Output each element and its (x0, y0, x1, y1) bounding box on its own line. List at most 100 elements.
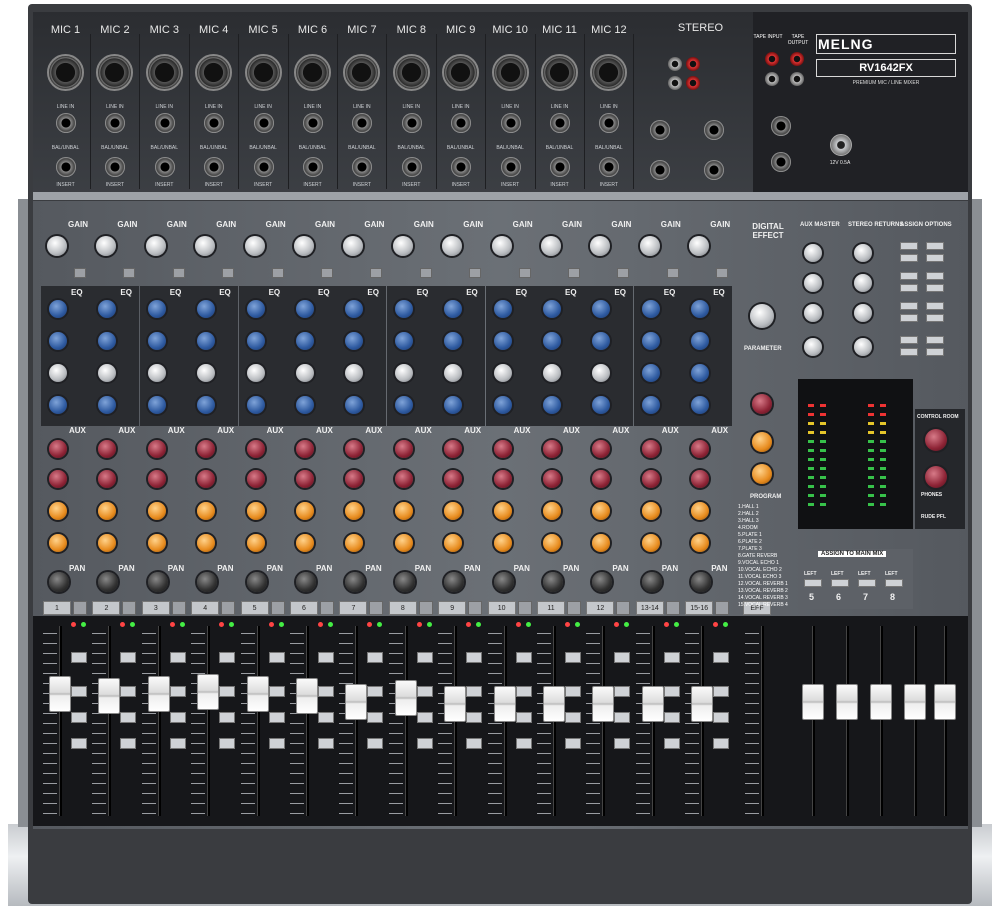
eq-knob[interactable] (296, 364, 314, 382)
channel-fader[interactable] (49, 676, 71, 712)
line-in-jack[interactable] (401, 113, 422, 133)
fx-send-knob[interactable] (98, 502, 117, 520)
assign-option-button[interactable] (900, 254, 918, 262)
mute-button[interactable]: 2 (92, 601, 121, 615)
group12-button[interactable] (318, 712, 334, 723)
low-cut-button[interactable] (666, 268, 679, 278)
eq-knob[interactable] (246, 332, 265, 350)
assign-option-button[interactable] (926, 348, 944, 356)
pan-knob[interactable] (345, 572, 366, 592)
assign-left-button[interactable] (885, 579, 903, 587)
tape-rca-jack[interactable] (765, 52, 779, 66)
eq-knob[interactable] (394, 300, 413, 318)
effect-level-knob[interactable] (750, 304, 774, 328)
line-in-jack[interactable] (303, 113, 323, 133)
stereo-line-jack[interactable] (650, 120, 670, 140)
control-room-knob[interactable] (925, 429, 947, 451)
line-in-jack[interactable] (154, 113, 175, 133)
mute-button[interactable]: 3 (141, 601, 170, 615)
group12-button[interactable] (71, 712, 87, 723)
aux-knob[interactable] (49, 440, 67, 458)
group34-button[interactable] (268, 738, 285, 749)
gain-knob[interactable] (195, 236, 216, 256)
fx-send-knob[interactable] (444, 502, 463, 520)
line-in-jack[interactable] (105, 113, 126, 133)
group12-button[interactable] (219, 712, 236, 723)
group12-button[interactable] (268, 712, 285, 723)
lr-assign-button[interactable] (713, 686, 730, 697)
mute-switch[interactable] (73, 601, 87, 615)
mute-switch[interactable] (320, 601, 334, 615)
xlr-jack[interactable] (491, 54, 529, 91)
gain-knob[interactable] (145, 236, 166, 256)
channel-fader[interactable] (641, 686, 664, 722)
stereo-line-jack[interactable] (704, 160, 724, 180)
assign-option-button[interactable] (900, 242, 918, 250)
aux-knob[interactable] (394, 440, 413, 458)
gain-knob[interactable] (294, 236, 314, 256)
group34-button[interactable] (713, 738, 730, 749)
aux-knob[interactable] (197, 470, 216, 488)
lr-assign-button[interactable] (268, 686, 285, 697)
xlr-jack[interactable] (96, 54, 134, 91)
xlr-jack[interactable] (392, 54, 430, 91)
mute-button[interactable]: 9 (438, 601, 467, 615)
mute-switch[interactable] (270, 601, 285, 615)
line-in-jack[interactable] (204, 113, 225, 133)
assign-option-button[interactable] (926, 302, 944, 310)
channel-fader[interactable] (98, 678, 121, 714)
pfl-button[interactable] (663, 652, 680, 663)
fx-send-knob[interactable] (444, 534, 463, 552)
xlr-jack[interactable] (244, 54, 282, 91)
eq-knob[interactable] (147, 300, 166, 318)
gain-knob[interactable] (244, 236, 265, 256)
insert-jack[interactable] (303, 157, 323, 177)
eq-knob[interactable] (296, 332, 314, 350)
aux-knob[interactable] (49, 470, 67, 488)
insert-jack[interactable] (451, 157, 472, 177)
channel-fader[interactable] (197, 674, 220, 710)
group-fader[interactable] (802, 684, 824, 720)
mute-switch[interactable] (517, 601, 532, 615)
eq-knob[interactable] (147, 364, 166, 382)
insert-jack[interactable] (500, 157, 521, 177)
eq-knob[interactable] (543, 396, 561, 414)
insert-jack[interactable] (401, 157, 422, 177)
channel-fader[interactable] (147, 676, 170, 712)
aux-knob[interactable] (592, 440, 611, 458)
fx-send-knob[interactable] (592, 534, 611, 552)
group34-button[interactable] (120, 738, 137, 749)
pfl-button[interactable] (169, 652, 186, 663)
assign-option-button[interactable] (926, 336, 944, 344)
mute-switch[interactable] (616, 601, 631, 615)
lr-assign-button[interactable] (71, 686, 87, 697)
insert-jack[interactable] (204, 157, 225, 177)
pfl-button[interactable] (416, 652, 433, 663)
pfl-button[interactable] (565, 652, 581, 663)
group12-button[interactable] (367, 712, 384, 723)
tape-rca-jack[interactable] (790, 52, 804, 66)
group12-button[interactable] (169, 712, 186, 723)
aux-knob[interactable] (345, 440, 364, 458)
channel-fader[interactable] (543, 686, 565, 722)
fx-send-knob[interactable] (592, 502, 611, 520)
mute-button[interactable]: 15-16 (685, 601, 714, 615)
assign-option-button[interactable] (926, 314, 944, 322)
pan-knob[interactable] (641, 572, 662, 592)
eq-knob[interactable] (49, 396, 67, 414)
xlr-jack[interactable] (47, 54, 84, 91)
low-cut-button[interactable] (370, 268, 383, 278)
group34-button[interactable] (219, 738, 236, 749)
eq-knob[interactable] (147, 332, 166, 350)
pan-knob[interactable] (246, 572, 267, 592)
aux-knob[interactable] (246, 440, 265, 458)
assign-option-button[interactable] (926, 272, 944, 280)
eq-knob[interactable] (493, 364, 512, 382)
low-cut-button[interactable] (469, 268, 482, 278)
channel-fader[interactable] (394, 680, 417, 716)
gain-knob[interactable] (442, 236, 463, 256)
effect-aux-knob[interactable] (752, 394, 772, 414)
pfl-button[interactable] (614, 652, 631, 663)
fx-send-knob[interactable] (49, 502, 67, 520)
mute-button[interactable]: 13-14 (635, 601, 664, 615)
